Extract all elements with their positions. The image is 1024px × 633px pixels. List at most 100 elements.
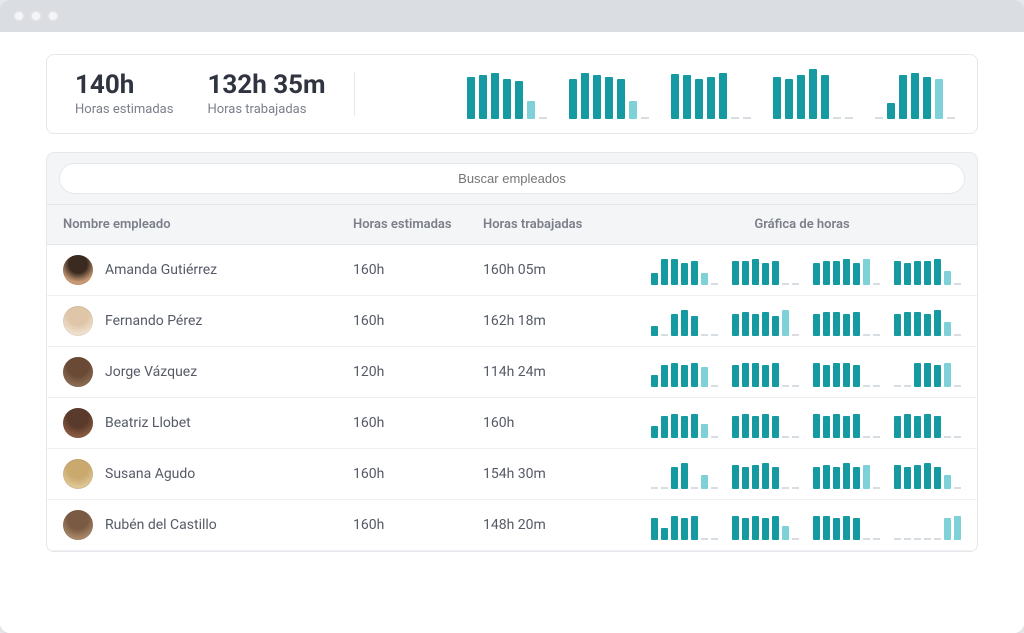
bar (695, 79, 703, 119)
bar (894, 465, 901, 489)
bar (853, 365, 860, 387)
bar-weekend (873, 334, 880, 336)
bar (875, 117, 883, 119)
week-group (894, 306, 961, 336)
bar (843, 314, 850, 336)
bar (742, 467, 749, 489)
bar (651, 518, 658, 540)
cell-estimated: 160h (353, 262, 483, 278)
bar (742, 261, 749, 285)
cell-estimated: 160h (353, 466, 483, 482)
bar (843, 363, 850, 387)
cell-name: Susana Agudo (63, 459, 353, 489)
bar-weekend (792, 334, 799, 336)
table-row[interactable]: Fernando Pérez160h162h 18m (47, 296, 977, 347)
cell-worked: 148h 20m (483, 517, 643, 533)
week-group (651, 255, 718, 285)
bar (934, 259, 941, 285)
bar (853, 312, 860, 336)
bar (843, 416, 850, 438)
search-input[interactable] (59, 163, 965, 194)
bar-weekend (527, 101, 535, 119)
bar (707, 77, 715, 119)
bar-weekend (833, 117, 841, 119)
table-row[interactable]: Jorge Vázquez120h114h 24m (47, 347, 977, 398)
bar (772, 416, 779, 438)
table-row[interactable]: Rubén del Castillo160h148h 20m (47, 500, 977, 551)
bar (821, 75, 829, 119)
week-group (773, 69, 853, 119)
bar (752, 516, 759, 540)
col-header-estimated[interactable]: Horas estimadas (353, 217, 483, 232)
page-content: 140h Horas estimadas 132h 35m Horas trab… (0, 32, 1024, 633)
bar-weekend (845, 117, 853, 119)
traffic-close-icon[interactable] (14, 11, 24, 21)
week-group (732, 408, 799, 438)
bar (671, 259, 678, 285)
bar (681, 463, 688, 489)
table-row[interactable]: Beatriz Llobet160h160h (47, 398, 977, 449)
avatar (63, 510, 93, 540)
bar (853, 518, 860, 540)
bar (773, 77, 781, 119)
bar (732, 261, 739, 285)
bar-weekend (944, 271, 951, 285)
cell-name: Beatriz Llobet (63, 408, 353, 438)
bar (479, 75, 487, 119)
bar-weekend (944, 518, 951, 540)
bar-weekend (954, 436, 961, 438)
bar (785, 79, 793, 119)
bar (671, 363, 678, 387)
bar (833, 467, 840, 489)
bar (651, 326, 658, 336)
table-row[interactable]: Amanda Gutiérrez160h160h 05m (47, 245, 977, 296)
cell-estimated: 120h (353, 364, 483, 380)
bar (924, 414, 931, 438)
col-header-name[interactable]: Nombre empleado (63, 217, 353, 232)
bar-weekend (701, 334, 708, 336)
bar (894, 261, 901, 285)
avatar (63, 408, 93, 438)
bar (772, 363, 779, 387)
traffic-min-icon[interactable] (31, 11, 41, 21)
bar (934, 365, 941, 387)
bar (683, 75, 691, 119)
bar (823, 312, 830, 336)
bar-weekend (954, 334, 961, 336)
bar (681, 263, 688, 285)
bar-weekend (863, 334, 870, 336)
cell-chart (643, 510, 961, 540)
app-window: 140h Horas estimadas 132h 35m Horas trab… (0, 0, 1024, 633)
bar (569, 79, 577, 119)
employees-table: Nombre empleado Horas estimadas Horas tr… (46, 152, 978, 552)
bar (691, 316, 698, 336)
bar (911, 73, 919, 119)
bar-weekend (944, 322, 951, 336)
bar (914, 416, 921, 438)
bar (904, 263, 911, 285)
traffic-max-icon[interactable] (48, 11, 58, 21)
bar (887, 103, 895, 119)
table-row[interactable]: Susana Agudo160h154h 30m (47, 449, 977, 500)
week-group (732, 357, 799, 387)
bar-weekend (954, 516, 961, 540)
bar (742, 363, 749, 387)
bar (661, 487, 668, 489)
bar (691, 516, 698, 540)
metric-estimated-value: 140h (75, 71, 173, 100)
bar (904, 385, 911, 387)
week-group (671, 69, 751, 119)
week-group (813, 510, 880, 540)
cell-name: Fernando Pérez (63, 306, 353, 336)
bar (894, 416, 901, 438)
cell-chart (643, 306, 961, 336)
bar (797, 75, 805, 119)
bar (914, 312, 921, 336)
bar-weekend (954, 283, 961, 285)
col-header-worked[interactable]: Horas trabajadas (483, 217, 643, 232)
bar (833, 312, 840, 336)
cell-name: Rubén del Castillo (63, 510, 353, 540)
bar (823, 365, 830, 387)
bar (813, 467, 820, 489)
bar (904, 538, 911, 540)
